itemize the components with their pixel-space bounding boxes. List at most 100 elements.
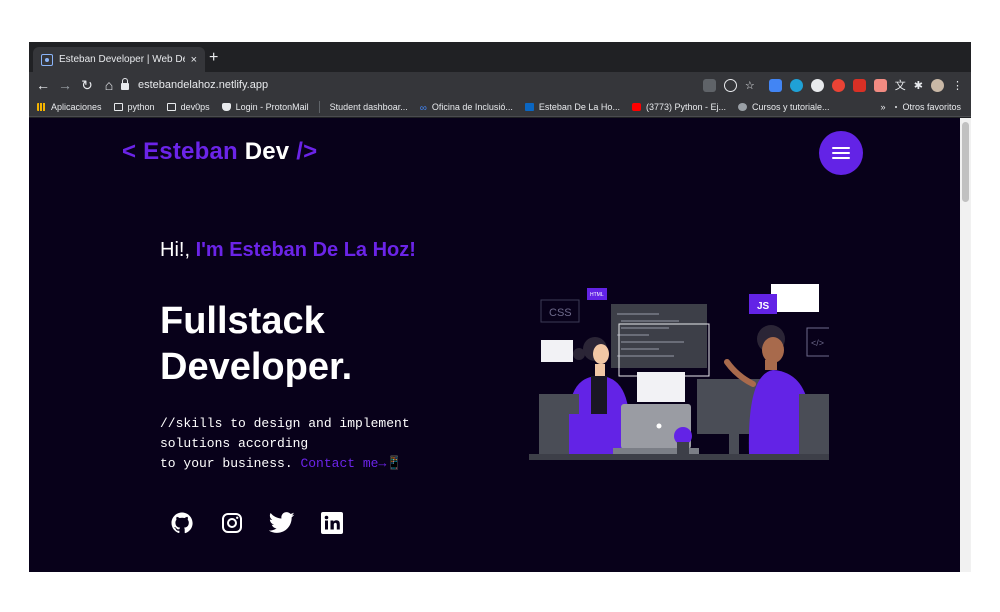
- protonmail-icon: [221, 103, 231, 111]
- bookmark-label: Esteban De La Ho...: [538, 102, 620, 112]
- tab-close-icon[interactable]: ×: [191, 54, 197, 66]
- youtube-icon: [631, 103, 641, 111]
- bookmark-label: Student dashboar...: [329, 102, 408, 112]
- new-tab-button[interactable]: +: [209, 50, 218, 66]
- ui-card-icon: [541, 340, 573, 362]
- link-icon: ∞: [419, 103, 427, 114]
- extension-pink-icon[interactable]: [873, 78, 887, 92]
- bookmark-student-dashboard[interactable]: Student dashboar...: [330, 102, 408, 112]
- translate-ext-icon[interactable]: 文: [895, 77, 906, 93]
- instagram-link[interactable]: [219, 510, 245, 536]
- page-scrollbar[interactable]: [960, 118, 971, 572]
- extension-red-icon[interactable]: [831, 78, 845, 92]
- browser-toolbar: ← → ↻ ⌂ estebandelahoz.netlify.app ☆ 文 ✱…: [29, 72, 971, 98]
- other-favorites-label[interactable]: Otros favoritos: [902, 102, 961, 112]
- js-label: JS: [757, 301, 770, 312]
- css-label: CSS: [549, 307, 572, 319]
- page-content: < Esteban Dev /> Hi!, I'm Esteban De La …: [29, 118, 971, 572]
- zoom-icon[interactable]: [723, 78, 737, 92]
- puzzle-icon[interactable]: ✱: [914, 79, 923, 92]
- bookmark-label: dev0ps: [180, 102, 210, 112]
- tab-title: Esteban Developer | Web Deve: [59, 54, 185, 65]
- lock-icon: [121, 77, 129, 90]
- bookmark-youtube[interactable]: (3773) Python - Ej...: [631, 102, 726, 112]
- menu-line: [832, 147, 850, 149]
- greeting-name: I'm Esteban De La Hoz!: [195, 239, 416, 261]
- greeting: Hi!, I'm Esteban De La Hoz!: [160, 239, 416, 262]
- extension-icons: ☆ 文 ✱ ⋮: [702, 72, 963, 98]
- headline-line-1: Fullstack: [160, 300, 325, 342]
- bookmark-cursos[interactable]: Cursos y tutoriale...: [738, 102, 830, 112]
- bookmark-label: python: [127, 102, 155, 112]
- extension-gray-icon[interactable]: [810, 78, 824, 92]
- bookmark-linkedin[interactable]: Esteban De La Ho...: [524, 102, 620, 112]
- home-button[interactable]: ⌂: [98, 77, 120, 93]
- browser-tab[interactable]: Esteban Developer | Web Deve ×: [33, 47, 205, 72]
- bookmarks-overflow[interactable]: » Otros favoritos: [880, 102, 971, 112]
- js-card-icon: [771, 284, 819, 312]
- apps-grid-icon: [37, 103, 46, 111]
- bookmark-label: Oficina de Inclusió...: [431, 102, 513, 112]
- logo-close-tag: />: [289, 138, 318, 165]
- instagram-icon: [222, 513, 242, 533]
- extension-cyan-icon[interactable]: [789, 78, 803, 92]
- bookmark-label: Login - ProtonMail: [235, 102, 309, 112]
- logo-dev: Dev: [237, 138, 290, 165]
- greeting-prefix: Hi!,: [160, 239, 196, 261]
- avatar[interactable]: [931, 78, 944, 92]
- folder-icon: [166, 103, 176, 111]
- github-icon: [171, 512, 193, 534]
- twitter-link[interactable]: [269, 510, 295, 536]
- social-links: [169, 510, 345, 536]
- cursos-icon: [738, 103, 747, 111]
- skills-line-3-text: to your business.: [160, 456, 301, 471]
- html-label: HTML: [590, 292, 604, 298]
- menu-line: [832, 152, 850, 154]
- hamburger-menu-button[interactable]: [819, 131, 863, 175]
- skills-line-1: //skills to design and implement: [160, 416, 410, 431]
- github-link[interactable]: [169, 510, 195, 536]
- bookmark-devops[interactable]: dev0ps: [166, 102, 210, 112]
- kebab-menu-icon[interactable]: ⋮: [952, 79, 963, 92]
- bookmark-label: Cursos y tutoriale...: [752, 102, 830, 112]
- skills-line-2: solutions according: [160, 436, 309, 451]
- address-bar[interactable]: estebandelahoz.netlify.app: [121, 72, 268, 98]
- bookmark-protonmail[interactable]: Login - ProtonMail: [221, 102, 309, 112]
- linkedin-link[interactable]: [319, 510, 345, 536]
- desk-icon: [529, 454, 829, 460]
- code-tag-label: </>: [811, 338, 824, 348]
- extension-blue-icon[interactable]: [768, 78, 782, 92]
- forward-button[interactable]: →: [54, 77, 76, 93]
- linkedin-icon: [524, 103, 534, 111]
- star-icon[interactable]: ☆: [745, 79, 755, 92]
- bookmarks-bar: Aplicaciones python dev0ps Login - Proto…: [29, 98, 971, 117]
- chevron-double-icon[interactable]: »: [880, 102, 885, 112]
- bookmark-separator: [318, 101, 320, 113]
- logo-name: < Esteban: [122, 138, 238, 165]
- folder-icon: [895, 106, 898, 108]
- menu-line: [832, 157, 850, 159]
- contact-me-link[interactable]: Contact me→📱: [300, 456, 402, 471]
- linkedin-icon: [321, 512, 343, 534]
- skills-line-3: to your business. Contact me→📱: [160, 454, 410, 474]
- developers-illustration: CSS HTML JS </>: [529, 284, 829, 494]
- folder-icon: [113, 103, 123, 111]
- translate-icon[interactable]: [702, 78, 716, 92]
- site-favicon-icon: [41, 53, 53, 66]
- bookmark-apps[interactable]: Aplicaciones: [37, 102, 102, 112]
- extension-red-square-icon[interactable]: [852, 78, 866, 92]
- bookmark-label: (3773) Python - Ej...: [645, 102, 726, 112]
- back-button[interactable]: ←: [32, 77, 54, 93]
- scrollbar-thumb[interactable]: [962, 122, 969, 202]
- bookmark-python[interactable]: python: [113, 102, 155, 112]
- twitter-icon: [269, 512, 295, 533]
- headline-line-2: Developer.: [160, 346, 353, 388]
- ui-card-icon: [637, 372, 685, 402]
- reload-button[interactable]: ↻: [76, 77, 98, 94]
- site-logo[interactable]: < Esteban Dev />: [122, 138, 317, 166]
- bookmark-label: Aplicaciones: [51, 102, 102, 112]
- chair-icon: [799, 394, 829, 454]
- skills-text: //skills to design and implement solutio…: [160, 414, 410, 474]
- tab-strip: Esteban Developer | Web Deve × +: [29, 42, 971, 72]
- bookmark-oficina[interactable]: ∞ Oficina de Inclusió...: [419, 102, 513, 114]
